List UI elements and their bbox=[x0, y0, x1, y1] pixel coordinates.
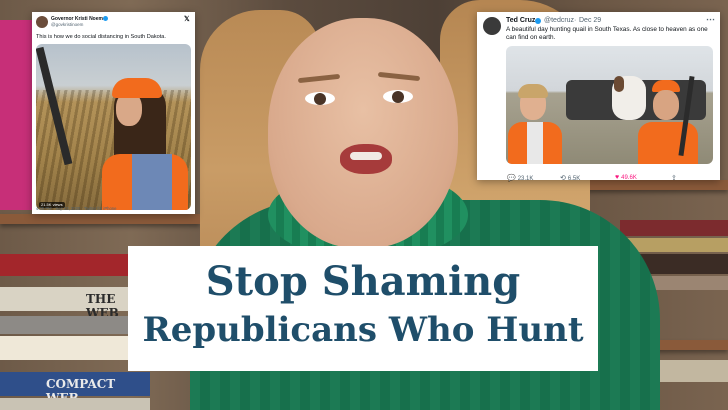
verified-badge-icon bbox=[103, 16, 108, 21]
headline-line-1: Stop Shaming bbox=[205, 258, 521, 305]
tweet-timestamp: 4:35 PM · Sep 23, 2020 · Twitter for iPh… bbox=[36, 206, 117, 211]
share-icon: ⇪ bbox=[671, 175, 677, 182]
tweet-handle: @tedcruz bbox=[544, 17, 575, 24]
book bbox=[0, 316, 135, 334]
heart-icon: ♥ bbox=[615, 174, 620, 181]
tweet-date-separator: · bbox=[574, 17, 577, 24]
man-left-hair bbox=[518, 84, 548, 98]
avatar bbox=[36, 16, 48, 28]
mouth bbox=[340, 144, 392, 174]
man-right-vest bbox=[638, 122, 698, 164]
tweet-date: Dec 29 bbox=[579, 17, 602, 24]
tweet-display-name: Ted Cruz bbox=[506, 17, 536, 24]
reply-icon: 💬 bbox=[507, 175, 516, 182]
tweet-photo: 21.5K views bbox=[36, 44, 191, 210]
tweet-card-noem: Governor Kristi Noem @govkristinoem 𝕏 Th… bbox=[32, 12, 195, 214]
dog-ear bbox=[614, 76, 624, 92]
book: COMPACT WEB bbox=[0, 372, 150, 405]
man-right-head bbox=[653, 90, 679, 120]
tweet-text: A beautiful day hunting quail in South T… bbox=[506, 26, 708, 41]
verified-badge-icon bbox=[535, 18, 541, 24]
face bbox=[268, 18, 458, 248]
orange-cap bbox=[112, 78, 162, 98]
book bbox=[620, 220, 728, 236]
retweet-icon: ⟲ bbox=[560, 175, 566, 182]
avatar bbox=[483, 17, 501, 35]
tweet-actions-bar: 💬 23.1K ⟲ 6.5K ♥ 49.6K ⇪ bbox=[487, 174, 713, 186]
blue-shirt bbox=[132, 154, 172, 210]
retweet-count: 6.5K bbox=[567, 176, 581, 182]
like-button[interactable]: ♥ 49.6K bbox=[615, 174, 637, 181]
tweet-card-cruz: Ted Cruz @tedcruz · Dec 29 ⋯ A beautiful… bbox=[477, 12, 720, 182]
book bbox=[0, 254, 140, 276]
retweet-button[interactable]: ⟲ 6.5K bbox=[560, 174, 580, 182]
tweet-photo bbox=[506, 46, 713, 164]
reply-count: 23.1K bbox=[517, 176, 534, 182]
more-options-icon[interactable]: ⋯ bbox=[706, 14, 715, 25]
tweet-handle: @govkristinoem bbox=[51, 22, 84, 27]
book bbox=[0, 398, 150, 410]
magenta-book bbox=[0, 20, 34, 210]
bookshelf-top bbox=[0, 214, 200, 224]
reply-button[interactable]: 💬 23.1K bbox=[507, 174, 533, 182]
share-button[interactable]: ⇪ bbox=[671, 174, 679, 182]
headline-line-2: Republicans Who Hunt bbox=[142, 310, 584, 350]
left-eye bbox=[305, 92, 335, 105]
headline-banner: Stop Shaming Republicans Who Hunt bbox=[128, 246, 598, 371]
right-eye bbox=[383, 90, 413, 103]
like-count: 49.6K bbox=[621, 175, 637, 181]
man-left-shirt bbox=[527, 122, 543, 164]
book bbox=[0, 336, 130, 360]
tweet-text: This is how we do social distancing in S… bbox=[36, 34, 166, 40]
x-logo-icon: 𝕏 bbox=[184, 16, 190, 23]
